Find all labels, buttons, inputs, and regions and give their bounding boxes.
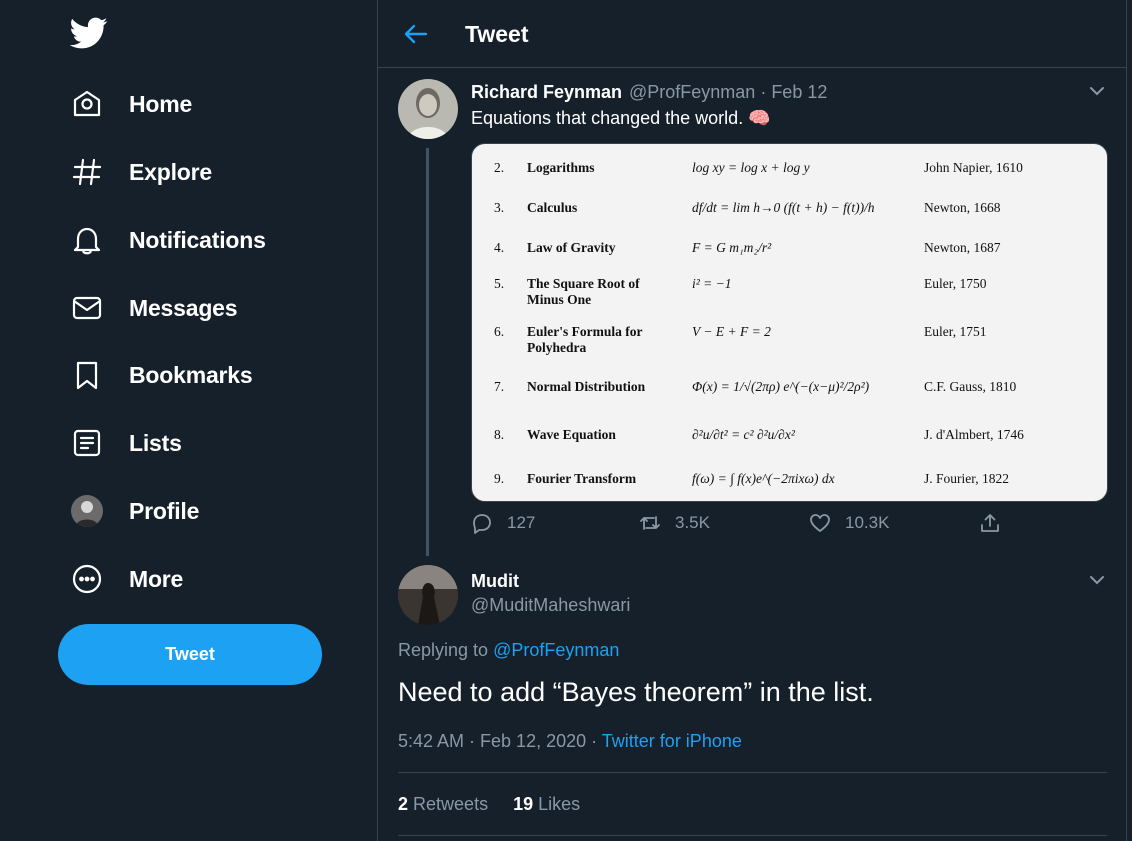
chevron-down-icon[interactable] bbox=[1088, 571, 1106, 589]
avatar[interactable] bbox=[398, 565, 458, 625]
nav-notifications[interactable]: Notifications bbox=[70, 218, 266, 262]
page-title: Tweet bbox=[465, 21, 529, 47]
envelope-icon bbox=[70, 291, 104, 325]
nav-label-messages: Messages bbox=[129, 294, 238, 321]
sidebar: Home Explore Notifications Messages Book… bbox=[0, 0, 377, 841]
nav-label-bookmarks: Bookmarks bbox=[129, 361, 253, 388]
reply-author-handle[interactable]: @MuditMaheshwari bbox=[471, 595, 630, 616]
reply-timestamp-line: 5:42 AM · Feb 12, 2020 · Twitter for iPh… bbox=[398, 731, 742, 752]
list-icon bbox=[70, 426, 104, 460]
like-button[interactable]: 10.3K bbox=[809, 512, 889, 534]
reply-button[interactable]: 127 bbox=[471, 512, 535, 534]
retweets-stat[interactable]: 2 Retweets bbox=[398, 794, 488, 814]
likes-stat[interactable]: 19 Likes bbox=[513, 794, 580, 814]
replying-to-line: Replying to @ProfFeynman bbox=[398, 640, 619, 661]
reply-icon bbox=[473, 514, 491, 534]
reply-count: 127 bbox=[507, 513, 536, 532]
nav-label-lists: Lists bbox=[129, 429, 182, 456]
divider bbox=[398, 772, 1107, 773]
replying-to-link[interactable]: @ProfFeynman bbox=[493, 640, 619, 660]
tweet-text: Equations that changed the world. 🧠 bbox=[471, 108, 771, 128]
more-icon bbox=[70, 562, 104, 596]
thread-line bbox=[426, 148, 429, 556]
share-icon bbox=[981, 514, 999, 532]
tweet-button[interactable]: Tweet bbox=[58, 624, 322, 685]
bell-icon bbox=[70, 223, 104, 257]
retweet-icon bbox=[640, 516, 660, 530]
like-count: 10.3K bbox=[845, 513, 890, 532]
tweet-image-equations[interactable]: 2. Logarithms log xy = log x + log y Joh… bbox=[471, 143, 1108, 502]
avatar[interactable] bbox=[398, 79, 458, 139]
nav-home[interactable]: Home bbox=[70, 82, 192, 126]
nav-label-notifications: Notifications bbox=[129, 226, 266, 253]
main-column: Tweet Richard Feynman @ProfFeynman · Feb… bbox=[378, 0, 1127, 841]
nav-label-home: Home bbox=[129, 90, 193, 117]
nav-more[interactable]: More bbox=[70, 557, 183, 601]
nav-explore[interactable]: Explore bbox=[70, 150, 212, 194]
likes-count: 19 bbox=[513, 794, 534, 814]
reply-stats: 2 Retweets 19 Likes bbox=[398, 794, 600, 815]
avatar bbox=[71, 495, 103, 527]
reply-source-link[interactable]: Twitter for iPhone bbox=[602, 731, 742, 751]
nav-label-profile: Profile bbox=[129, 497, 200, 524]
tweet-author-name[interactable]: Richard Feynman bbox=[471, 82, 622, 103]
reply-timestamp[interactable]: 5:42 AM · Feb 12, 2020 · bbox=[398, 731, 602, 751]
reply-text: Need to add “Bayes theorem” in the list. bbox=[398, 677, 874, 707]
back-arrow-icon[interactable] bbox=[402, 20, 430, 48]
page-header: Tweet bbox=[378, 0, 1127, 68]
divider bbox=[398, 835, 1107, 836]
bookmark-icon bbox=[70, 358, 104, 392]
nav-messages[interactable]: Messages bbox=[70, 286, 238, 330]
nav-label-explore: Explore bbox=[129, 158, 212, 185]
replying-to-prefix: Replying to bbox=[398, 640, 489, 660]
retweets-count: 2 bbox=[398, 794, 409, 814]
main-divider bbox=[1126, 0, 1127, 841]
hashtag-icon bbox=[70, 155, 104, 189]
tweet-meta[interactable]: @ProfFeynman · Feb 12 bbox=[629, 82, 827, 103]
tweet-actions: 127 3.5K 10.3K bbox=[471, 512, 1111, 542]
twitter-logo-icon[interactable] bbox=[69, 14, 108, 52]
retweets-label: Retweets bbox=[413, 794, 489, 814]
nav-profile[interactable]: Profile bbox=[70, 489, 199, 533]
home-icon bbox=[70, 87, 104, 121]
retweet-button[interactable]: 3.5K bbox=[639, 512, 710, 534]
retweet-count: 3.5K bbox=[675, 513, 710, 532]
likes-label: Likes bbox=[538, 794, 581, 814]
reply-author-name[interactable]: Mudit bbox=[471, 571, 519, 592]
chevron-down-icon[interactable] bbox=[1088, 82, 1106, 100]
heart-icon bbox=[810, 514, 830, 532]
nav-label-more: More bbox=[129, 565, 184, 592]
share-button[interactable] bbox=[979, 512, 1015, 534]
nav-bookmarks[interactable]: Bookmarks bbox=[70, 353, 253, 397]
nav-lists[interactable]: Lists bbox=[70, 421, 182, 465]
